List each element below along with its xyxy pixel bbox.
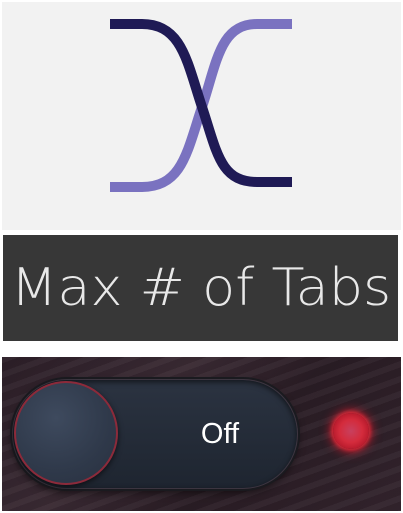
title-banner: Max # of Tabs (2, 234, 399, 342)
logo-panel (2, 2, 401, 230)
toggle-knob[interactable] (14, 381, 118, 485)
toggle-state-label: Off (200, 417, 240, 450)
app-frame: Max # of Tabs Off (0, 0, 403, 513)
toggle-panel: Off (2, 357, 401, 511)
page-title: Max # of Tabs (10, 258, 391, 318)
crossed-curves-logo-icon (110, 19, 292, 192)
logo-dark-curve (110, 19, 292, 187)
max-tabs-toggle-switch[interactable]: Off (12, 379, 298, 489)
status-led-icon (333, 413, 369, 449)
